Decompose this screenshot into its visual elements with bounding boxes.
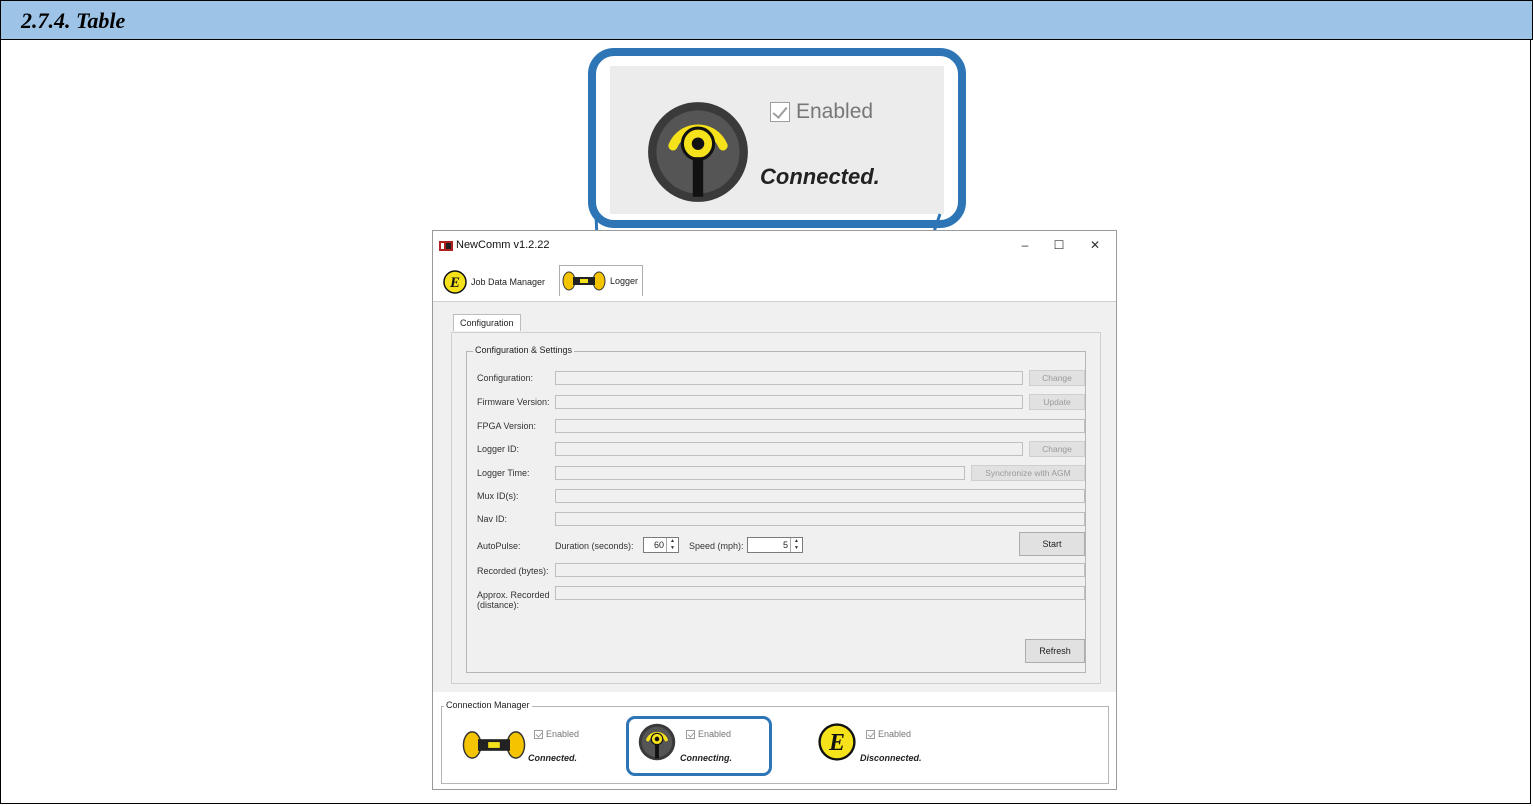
tab-job-data-manager[interactable]: E Job Data Manager	[443, 267, 545, 297]
jdm-enabled-label: Enabled	[878, 729, 912, 739]
refresh-button[interactable]: Refresh	[1025, 639, 1085, 663]
window-title: NewComm v1.2.22	[456, 239, 550, 251]
jdm-enabled-checkbox[interactable]: Enabled	[866, 729, 911, 739]
duration-label: Duration (seconds):	[555, 541, 634, 551]
nav-id-label: Nav ID:	[477, 514, 508, 524]
configuration-label: Configuration:	[477, 373, 534, 383]
fpga-version-label: FPGA Version:	[477, 421, 537, 431]
title-bar: NewComm v1.2.22 – ☐ ✕	[433, 231, 1116, 259]
configuration-settings-group: Configuration & Settings Configuration: …	[466, 345, 1086, 673]
callout-highlight-box	[626, 716, 772, 776]
logger-time-field	[555, 466, 965, 480]
firmware-version-label: Firmware Version:	[477, 397, 550, 407]
checkbox-checked-icon	[770, 102, 790, 122]
fpga-version-field	[555, 419, 1085, 433]
logger-id-label: Logger ID:	[477, 444, 520, 454]
nav-device-icon	[648, 102, 748, 202]
logger-enabled-label: Enabled	[546, 729, 580, 739]
group-legend: Configuration & Settings	[473, 345, 575, 355]
logger-enabled-checkbox[interactable]: Enabled	[534, 729, 579, 739]
main-tabs: E Job Data Manager Logger	[433, 259, 1116, 302]
app-window: NewComm v1.2.22 – ☐ ✕ E Job Data Manager…	[432, 230, 1117, 790]
approx-recorded-label: Approx. Recorded (distance):	[477, 590, 550, 610]
synchronize-with-agm-button[interactable]: Synchronize with AGM	[971, 465, 1085, 481]
zoom-callout: Enabled Connected.	[588, 48, 966, 228]
speed-spinner[interactable]: 5 ▲ ▼	[747, 537, 803, 553]
tab-logger-label: Logger	[610, 276, 639, 286]
callout-status: Connected.	[760, 164, 880, 189]
approx-recorded-label-line2: (distance):	[477, 600, 520, 610]
logger-connection-status: Connected.	[528, 753, 578, 763]
job-data-manager-icon: E	[443, 270, 467, 294]
tab-job-data-manager-label: Job Data Manager	[471, 277, 546, 287]
mux-ids-label: Mux ID(s):	[477, 491, 519, 501]
minimize-button[interactable]: –	[1013, 237, 1037, 253]
autopulse-label: AutoPulse:	[477, 541, 521, 551]
section-title: 2.7.4. Table	[21, 8, 126, 33]
change-configuration-button[interactable]: Change	[1029, 370, 1085, 386]
app-logo-icon	[439, 241, 453, 251]
logger-device-icon	[562, 271, 606, 291]
maximize-button[interactable]: ☐	[1047, 237, 1071, 253]
close-button[interactable]: ✕	[1083, 237, 1107, 253]
connection-manager-group: Connection Manager Enabled Connected. En…	[441, 700, 1109, 784]
logger-connection-icon	[462, 731, 526, 759]
duration-value: 60	[653, 540, 664, 550]
speed-value: 5	[782, 540, 788, 550]
configuration-field	[555, 371, 1023, 385]
logger-id-field	[555, 442, 1023, 456]
callout-enabled-checkbox: Enabled	[770, 100, 873, 124]
callout-panel: Enabled Connected.	[610, 66, 944, 214]
duration-spinner-arrows-icon[interactable]: ▲ ▼	[666, 538, 678, 552]
nav-id-field	[555, 512, 1085, 526]
approx-recorded-field	[555, 586, 1085, 600]
jdm-connection-icon: E	[818, 723, 856, 761]
duration-spinner[interactable]: 60 ▲ ▼	[643, 537, 679, 553]
recorded-bytes-field	[555, 563, 1085, 577]
svg-text:E: E	[828, 730, 845, 756]
logger-content: Configuration Configuration & Settings C…	[433, 302, 1116, 692]
section-header: 2.7.4. Table	[0, 0, 1533, 40]
checkbox-checked-icon	[534, 729, 543, 739]
checkbox-checked-icon	[866, 729, 875, 739]
tab-configuration[interactable]: Configuration	[453, 314, 521, 331]
start-button[interactable]: Start	[1019, 532, 1085, 556]
configuration-panel: Configuration & Settings Configuration: …	[451, 332, 1101, 684]
recorded-bytes-label: Recorded (bytes):	[477, 566, 549, 576]
callout-enabled-label: Enabled	[796, 100, 874, 123]
svg-text:E: E	[449, 275, 460, 291]
tab-logger[interactable]: Logger	[559, 265, 644, 296]
speed-label: Speed (mph):	[689, 541, 744, 551]
change-logger-id-button[interactable]: Change	[1029, 441, 1085, 457]
jdm-connection-status: Disconnected.	[860, 753, 922, 763]
logger-time-label: Logger Time:	[477, 468, 530, 478]
speed-spinner-arrows-icon[interactable]: ▲ ▼	[790, 538, 802, 552]
approx-recorded-label-line1: Approx. Recorded	[477, 590, 550, 600]
firmware-version-field	[555, 395, 1023, 409]
mux-ids-field	[555, 489, 1085, 503]
update-firmware-button[interactable]: Update	[1029, 394, 1085, 410]
connection-manager-legend: Connection Manager	[444, 700, 532, 710]
